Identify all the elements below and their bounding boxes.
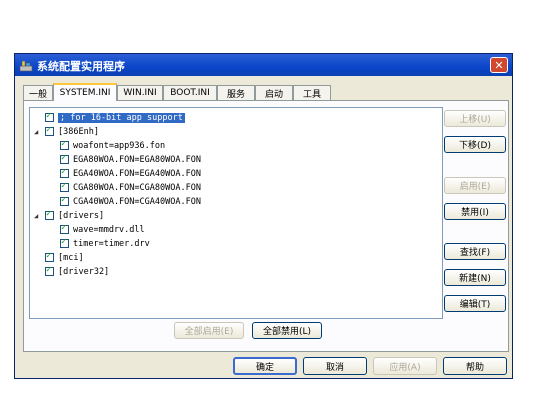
tree-item[interactable]: EGA40WOA.FON=EGA40WOA.FON	[49, 167, 201, 180]
tab-startup[interactable]: 启动	[255, 85, 293, 100]
cancel-button[interactable]: 取消	[303, 357, 367, 375]
system-config-window: 系统配置实用程序 ✕ 一般 SYSTEM.INI WIN.INI BOOT.IN…	[14, 53, 513, 379]
item-checkbox[interactable]	[45, 125, 54, 136]
tab-system-ini[interactable]: SYSTEM.INI	[53, 83, 117, 101]
tree-item[interactable]: CGA80WOA.FON=CGA80WOA.FON	[49, 181, 201, 194]
app-icon	[19, 60, 33, 72]
apply-button[interactable]: 应用(A)	[373, 357, 437, 375]
disable-button[interactable]: 禁用(I)	[444, 203, 506, 220]
item-checkbox[interactable]	[60, 195, 69, 206]
item-checkbox[interactable]	[60, 167, 69, 178]
tree-item[interactable]: CGA40WOA.FON=CGA40WOA.FON	[49, 195, 201, 208]
item-checkbox[interactable]	[60, 223, 69, 234]
item-checkbox[interactable]	[45, 209, 54, 220]
item-checkbox[interactable]	[60, 181, 69, 192]
collapse-icon[interactable]: ◢	[34, 212, 42, 220]
tree-item[interactable]: [driver32]	[34, 265, 109, 278]
tab-general[interactable]: 一般	[23, 85, 53, 100]
ok-button[interactable]: 确定	[233, 357, 297, 375]
disable-all-button[interactable]: 全部禁用(L)	[252, 322, 322, 339]
move-up-button[interactable]: 上移(U)	[444, 110, 506, 127]
tab-services[interactable]: 服务	[217, 85, 255, 100]
tab-panel: ; for 16-bit app support ◢ [386Enh] woaf…	[23, 100, 509, 352]
item-checkbox[interactable]	[60, 139, 69, 150]
move-down-button[interactable]: 下移(D)	[444, 136, 506, 153]
tree-item[interactable]: ◢ [386Enh]	[34, 125, 99, 138]
edit-button[interactable]: 编辑(T)	[444, 295, 506, 312]
tab-tools[interactable]: 工具	[293, 85, 331, 100]
tree-item[interactable]: [mci]	[34, 251, 84, 264]
find-button[interactable]: 查找(F)	[444, 243, 506, 260]
item-checkbox[interactable]	[45, 265, 54, 276]
item-checkbox[interactable]	[45, 251, 54, 262]
tree-item[interactable]: ; for 16-bit app support	[34, 111, 185, 124]
ini-tree-view[interactable]: ; for 16-bit app support ◢ [386Enh] woaf…	[29, 107, 443, 319]
close-icon: ✕	[494, 58, 504, 72]
tree-item[interactable]: timer=timer.drv	[49, 237, 150, 250]
tab-boot-ini[interactable]: BOOT.INI	[163, 85, 217, 100]
enable-all-button[interactable]: 全部启用(E)	[174, 322, 244, 339]
tab-win-ini[interactable]: WIN.INI	[117, 85, 163, 100]
title-bar[interactable]: 系统配置实用程序 ✕	[15, 54, 512, 76]
item-checkbox[interactable]	[60, 153, 69, 164]
enable-button[interactable]: 启用(E)	[444, 177, 506, 194]
close-button[interactable]: ✕	[490, 57, 508, 73]
help-button[interactable]: 帮助	[443, 357, 507, 375]
item-checkbox[interactable]	[45, 111, 54, 122]
new-button[interactable]: 新建(N)	[444, 269, 506, 286]
tree-item[interactable]: woafont=app936.fon	[49, 139, 165, 152]
tree-item[interactable]: wave=mmdrv.dll	[49, 223, 145, 236]
tree-item[interactable]: EGA80WOA.FON=EGA80WOA.FON	[49, 153, 201, 166]
collapse-icon[interactable]: ◢	[34, 128, 42, 136]
tree-item[interactable]: ◢ [drivers]	[34, 209, 104, 222]
window-title: 系统配置实用程序	[37, 60, 125, 73]
item-checkbox[interactable]	[60, 237, 69, 248]
